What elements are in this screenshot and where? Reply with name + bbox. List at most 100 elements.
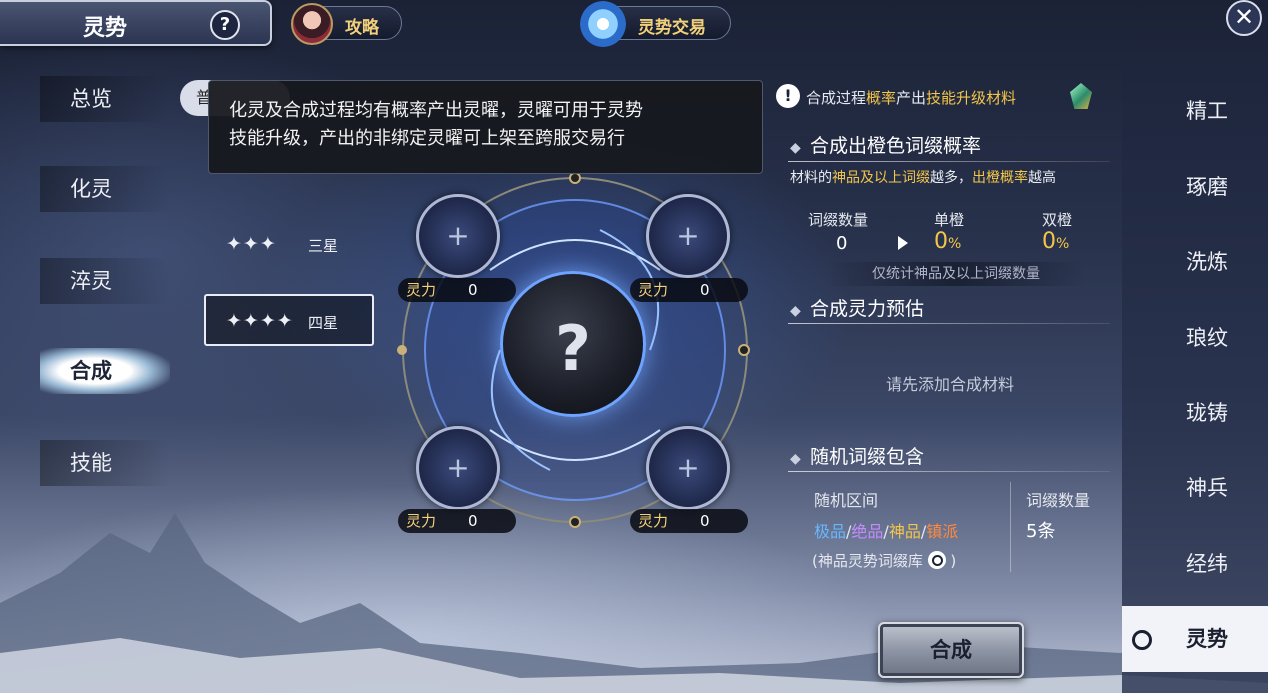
tier-shenpin: 神品 — [888, 522, 921, 541]
star-label: 三星 — [308, 237, 339, 255]
power-value: 0 — [468, 512, 478, 530]
info-tooltip: 化灵及合成过程均有概率产出灵曜，灵曜可用于灵势 技能升级，产出的非绑定灵曜可上架… — [208, 80, 763, 174]
section-title-text: 随机词缀包含 — [810, 446, 925, 468]
close-button[interactable]: ✕ — [1226, 0, 1262, 36]
right-nav-item-jingwei[interactable]: 经纬 — [1122, 531, 1268, 597]
power-label: 灵力 — [638, 512, 669, 530]
star-filter-4[interactable]: ✦✦✦✦ 四星 — [204, 294, 374, 346]
count-note: 仅统计神品及以上词缀数量 — [826, 262, 1086, 286]
col-count-header: 词缀数量 — [808, 211, 869, 229]
right-nav-item-zhuomo[interactable]: 琢磨 — [1122, 154, 1268, 220]
trade-button[interactable]: 灵势交易 — [580, 1, 731, 47]
power-value: 0 — [468, 281, 478, 299]
col-double-header: 双橙 — [1042, 211, 1073, 229]
right-nav: 精工 琢磨 洗炼 琅纹 珑铸 神兵 经纬 灵势 — [1122, 66, 1268, 693]
library-label-close: ) — [950, 552, 957, 570]
plus-icon: + — [676, 451, 700, 484]
right-nav-item-langwen[interactable]: 琅纹 — [1122, 305, 1268, 371]
trade-label: 灵势交易 — [638, 18, 706, 38]
diamond-icon: ◆ — [790, 303, 801, 319]
left-nav-item-skill[interactable]: 技能 — [40, 440, 170, 486]
swirl-icon — [580, 1, 626, 47]
note-text: 产出 — [896, 89, 927, 107]
tier-range: 极品/绝品/神品/镇派 — [814, 518, 958, 542]
double-orange-value: 0% — [1042, 229, 1069, 254]
double-orange-number: 0 — [1042, 229, 1056, 254]
desc-highlight: 神品及以上词缀 — [832, 170, 930, 186]
power-value: 0 — [700, 512, 710, 530]
note-highlight: 概率 — [866, 89, 897, 107]
percent-sign: % — [1056, 236, 1070, 252]
orange-prob-desc: 材料的神品及以上词缀越多，出橙概率越高 — [790, 167, 1056, 187]
vertical-divider — [1010, 482, 1011, 572]
left-nav-item-overview[interactable]: 总览 — [40, 76, 170, 122]
divider — [788, 471, 1110, 472]
plus-icon: + — [446, 451, 470, 484]
desc-text: 材料的 — [790, 170, 832, 186]
power-tag-3: 灵力 0 — [398, 509, 516, 533]
title-plate: 灵势 ? — [0, 0, 272, 46]
tooltip-line-2: 技能升级，产出的非绑定灵曜可上架至跨服交易行 — [229, 128, 625, 149]
right-nav-item-xilian[interactable]: 洗炼 — [1122, 229, 1268, 295]
library-label: (神品灵势词缀库 — [812, 552, 923, 570]
range-header: 随机区间 — [814, 491, 879, 510]
left-nav-item-transform[interactable]: 化灵 — [40, 166, 170, 212]
percent-sign: % — [948, 236, 962, 252]
desc-highlight: 出橙概率 — [972, 170, 1028, 186]
synthesize-button[interactable]: 合成 — [878, 622, 1024, 678]
help-button[interactable]: ? — [210, 10, 240, 40]
left-nav-item-synthesize[interactable]: 合成 — [40, 348, 170, 394]
desc-text: 越多， — [930, 170, 972, 186]
four-star-icon: ✦✦✦✦ — [226, 310, 294, 332]
right-nav-item-lingshi[interactable]: 灵势 — [1122, 606, 1268, 672]
guide-button[interactable]: 攻略 — [291, 3, 402, 45]
right-nav-item-longzhu[interactable]: 珑铸 — [1122, 380, 1268, 446]
single-orange-value: 0% — [934, 229, 961, 254]
plus-icon: + — [676, 219, 700, 252]
info-icon[interactable]: ! — [776, 84, 800, 108]
section-random-affix-title: ◆ 随机词缀包含 — [790, 442, 924, 469]
diamond-icon: ◆ — [790, 451, 801, 467]
count-value: 0 — [836, 233, 848, 254]
col-single-header: 单橙 — [934, 211, 965, 229]
section-title-text: 合成灵力预估 — [810, 298, 925, 320]
target-icon — [1132, 630, 1152, 650]
material-slot-4[interactable]: + — [646, 426, 730, 510]
single-orange-number: 0 — [934, 229, 948, 254]
power-tag-4: 灵力 0 — [630, 509, 748, 533]
section-power-estimate-title: ◆ 合成灵力预估 — [790, 294, 924, 321]
three-star-icon: ✦✦✦ — [226, 233, 277, 255]
left-nav: 总览 化灵 淬灵 合成 技能 — [0, 70, 190, 500]
affix-library-link[interactable]: (神品灵势词缀库 ) — [812, 550, 956, 571]
tooltip-line-1: 化灵及合成过程均有概率产出灵曜，灵曜可用于灵势 — [229, 100, 643, 121]
count-header: 词缀数量 — [1026, 491, 1091, 510]
tier-jipin: 极品 — [814, 522, 847, 541]
unknown-result-icon: ? — [555, 312, 591, 385]
power-value: 0 — [700, 281, 710, 299]
power-tag-2: 灵力 0 — [630, 278, 748, 302]
note-highlight: 技能升级材料 — [926, 89, 1017, 107]
material-slot-1[interactable]: + — [416, 194, 500, 278]
right-nav-item-jinggong[interactable]: 精工 — [1122, 78, 1268, 144]
synthesis-core: ? — [500, 271, 646, 417]
character-avatar-icon — [291, 3, 333, 45]
star-filter-3[interactable]: ✦✦✦ 三星 — [204, 218, 374, 270]
power-label: 灵力 — [638, 281, 669, 299]
page-title: 灵势 — [82, 15, 127, 41]
add-material-hint: 请先添加合成材料 — [885, 375, 1014, 394]
star-label: 四星 — [308, 314, 339, 332]
right-nav-item-shenbing[interactable]: 神兵 — [1122, 455, 1268, 521]
right-nav-label: 灵势 — [1186, 626, 1228, 651]
tier-zhenpai: 镇派 — [926, 522, 959, 541]
material-slot-3[interactable]: + — [416, 426, 500, 510]
arrow-right-icon — [898, 236, 908, 250]
note-text: 合成过程 — [806, 89, 867, 107]
tier-juepin: 绝品 — [851, 522, 884, 541]
section-title-text: 合成出橙色词缀概率 — [810, 135, 982, 157]
guide-label: 攻略 — [345, 18, 379, 38]
power-label: 灵力 — [406, 281, 437, 299]
plus-icon: + — [446, 219, 470, 252]
material-slot-2[interactable]: + — [646, 194, 730, 278]
left-nav-item-refine[interactable]: 淬灵 — [40, 258, 170, 304]
search-icon[interactable] — [927, 551, 946, 569]
